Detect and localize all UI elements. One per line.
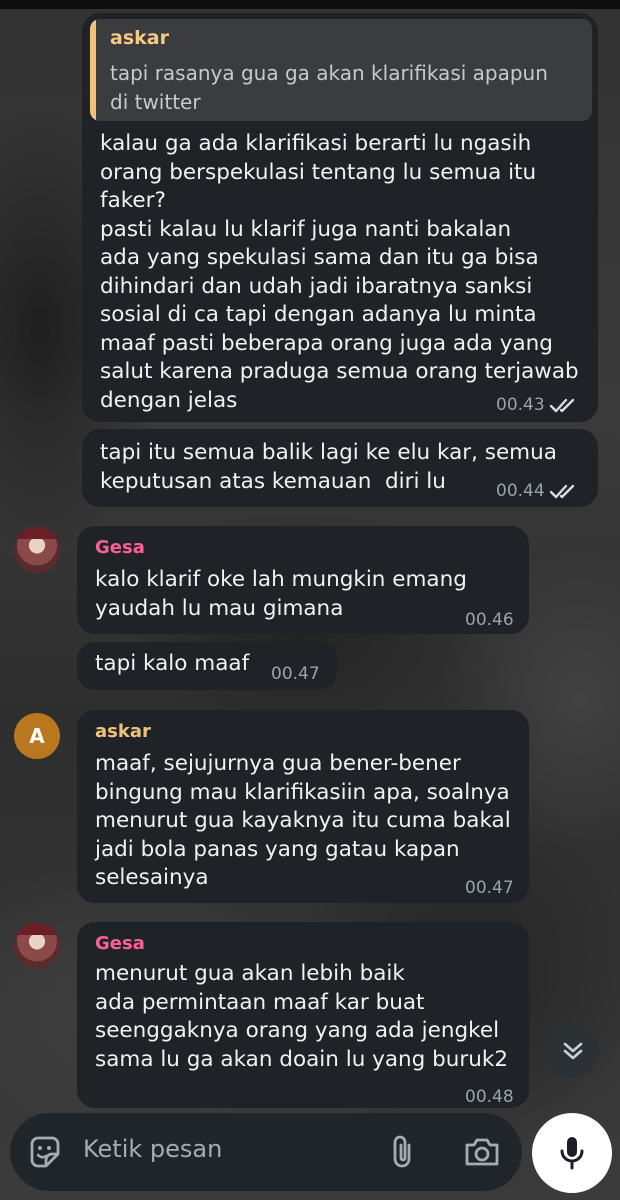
double-check-icon xyxy=(549,484,574,499)
avatar[interactable]: A xyxy=(14,713,60,759)
avatar[interactable] xyxy=(14,527,60,573)
message-time: 00.44 xyxy=(496,481,545,501)
attach-button[interactable] xyxy=(382,1132,422,1172)
message-time: 00.43 xyxy=(496,395,545,415)
message-bubble-outgoing[interactable]: tapi itu semua balik lagi ke elu kar, se… xyxy=(82,429,598,507)
message-text: maaf, sejujurnya gua bener-bener bingung… xyxy=(95,751,511,890)
sender-name[interactable]: Gesa xyxy=(95,933,145,954)
scroll-to-bottom-button[interactable] xyxy=(546,1024,600,1078)
avatar-initial: A xyxy=(29,724,45,748)
sticker-icon xyxy=(30,1136,60,1168)
message-bubble-incoming[interactable]: askar maaf, sejujurnya gua bener-bener b… xyxy=(77,710,529,903)
message-text: menurut gua akan lebih baik ada perminta… xyxy=(95,961,509,1072)
sender-name[interactable]: askar xyxy=(95,721,151,742)
message-meta: 00.44 xyxy=(496,481,579,501)
message-time: 00.47 xyxy=(271,664,320,684)
status-bar-strip xyxy=(0,0,620,9)
message-bubble-outgoing[interactable]: askar tapi rasanya gua ga akan klarifika… xyxy=(82,13,598,422)
attachment-icon xyxy=(393,1135,411,1168)
camera-button[interactable] xyxy=(460,1132,504,1172)
reply-accent-bar xyxy=(90,19,96,121)
message-time: 00.46 xyxy=(465,610,514,630)
message-meta: 00.43 xyxy=(496,395,579,415)
message-bubble-incoming[interactable]: Gesa kalo klarif oke lah mungkin emang y… xyxy=(77,526,529,634)
message-text: tapi kalo maaf xyxy=(95,651,250,676)
message-bubble-incoming[interactable]: Gesa menurut gua akan lebih baik ada per… xyxy=(77,922,529,1108)
message-time: 00.48 xyxy=(465,1087,514,1107)
sender-name[interactable]: Gesa xyxy=(95,537,145,558)
message-input[interactable]: Ketik pesan xyxy=(83,1135,222,1163)
message-bubble-incoming[interactable]: tapi kalo maaf 00.47 xyxy=(77,642,337,690)
reply-quoted-text: tapi rasanya gua ga akan klarifikasi apa… xyxy=(110,61,548,114)
microphone-icon xyxy=(560,1137,584,1170)
message-text: kalo klarif oke lah mungkin emang yaudah… xyxy=(95,567,467,621)
reply-quote[interactable]: askar tapi rasanya gua ga akan klarifika… xyxy=(90,19,592,121)
reply-sender-name: askar xyxy=(110,27,169,49)
message-text: kalau ga ada klarifikasi berarti lu ngas… xyxy=(100,131,579,413)
camera-icon xyxy=(465,1138,499,1166)
message-time: 00.47 xyxy=(465,878,514,898)
avatar[interactable] xyxy=(14,923,60,969)
chevron-double-down-icon xyxy=(563,1042,583,1060)
double-check-icon xyxy=(549,398,574,413)
message-composer[interactable]: Ketik pesan xyxy=(10,1113,522,1191)
voice-record-button[interactable] xyxy=(532,1113,612,1193)
sticker-button[interactable] xyxy=(24,1132,64,1172)
